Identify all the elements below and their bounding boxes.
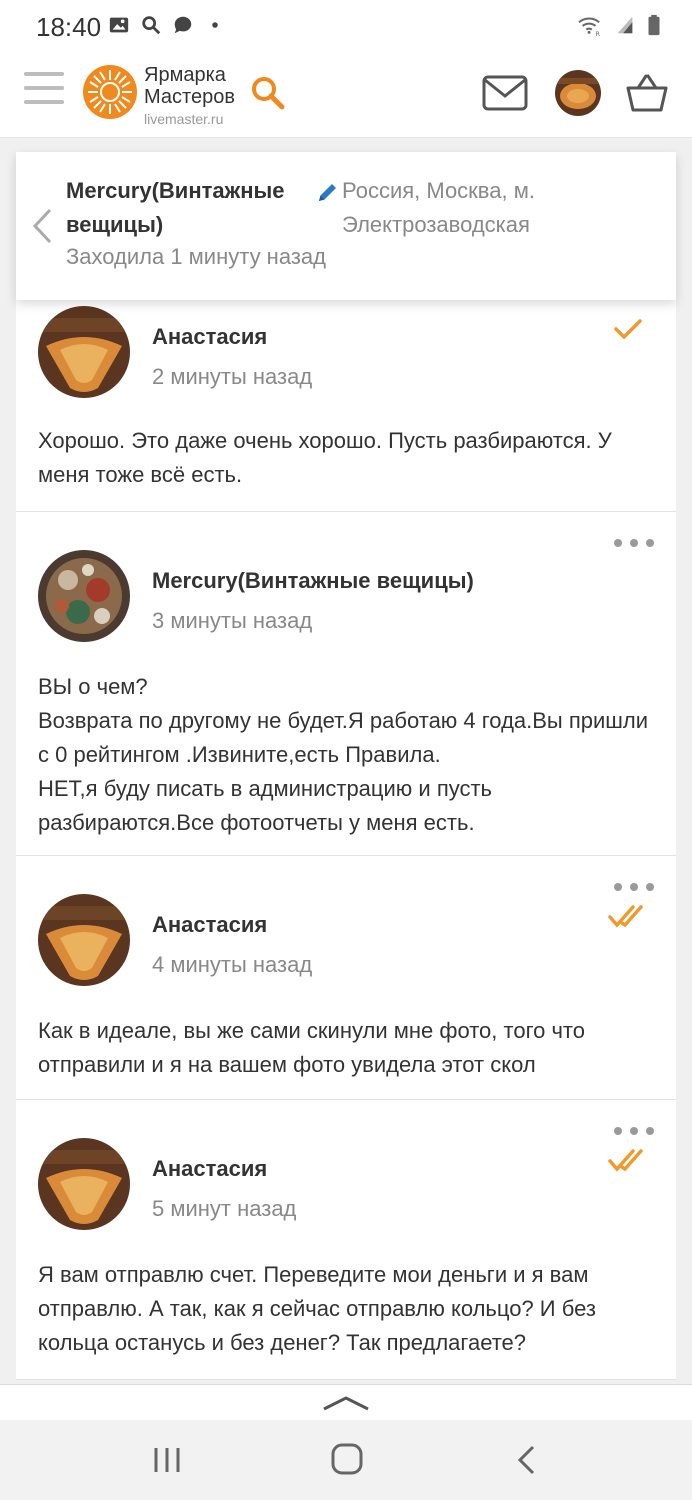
message-avatar[interactable] (38, 1138, 130, 1230)
double-check-icon (608, 1149, 643, 1172)
back-icon[interactable] (516, 1444, 536, 1476)
more-options-icon[interactable] (614, 536, 654, 550)
contact-last-seen: Заходила 1 минуту назад (66, 244, 326, 269)
message-time: 2 минуты назад (152, 364, 313, 389)
chat-bubble-icon (174, 16, 192, 34)
search-icon[interactable] (248, 74, 288, 114)
message-author: Mercury(Винтажные вещицы) (152, 568, 474, 593)
menu-icon[interactable] (24, 72, 64, 112)
message-item: Анастасия 4 минуты назад Как в идеале, в… (16, 856, 676, 1100)
message-text: ВЫ о чем? Возврата по другому не будет.Я… (38, 674, 649, 835)
image-icon (109, 17, 129, 33)
message-text: Хорошо. Это даже очень хорошо. Пусть раз… (38, 428, 612, 487)
recent-apps-icon[interactable] (152, 1446, 182, 1474)
wifi-icon: R (578, 17, 601, 36)
cart-icon[interactable] (624, 70, 670, 116)
status-bar: 18:40 R (0, 0, 692, 52)
message-author: Анастасия (152, 324, 268, 349)
logo-subtitle: livemaster.ru (144, 111, 224, 127)
more-options-icon[interactable] (614, 1124, 654, 1138)
logo-text[interactable]: Ярмарка Мастеров livemaster.ru (144, 64, 235, 130)
message-text: Я вам отправлю счет. Переведите мои день… (38, 1262, 596, 1355)
home-icon[interactable] (330, 1442, 364, 1476)
logo-icon[interactable] (82, 64, 138, 120)
system-nav-bar (0, 1420, 692, 1500)
logo-title-line2: Мастеров (144, 86, 235, 108)
contact-name[interactable]: Mercury(Винтажные вещицы) (66, 174, 306, 242)
status-time: 18:40 (36, 12, 102, 42)
mail-icon[interactable] (482, 74, 528, 112)
message-avatar[interactable] (38, 894, 130, 986)
dot-icon (212, 22, 218, 28)
collapse-bar[interactable] (0, 1384, 692, 1420)
app-header: Ярмарка Мастеров livemaster.ru (0, 52, 692, 138)
message-avatar[interactable] (38, 550, 130, 642)
message-author: Анастасия (152, 1156, 268, 1181)
message-author: Анастасия (152, 912, 268, 937)
back-chevron-icon[interactable] (30, 206, 54, 246)
message-item: Mercury(Винтажные вещицы) 3 минуты назад… (16, 512, 676, 856)
message-time: 5 минут назад (152, 1196, 297, 1221)
contact-location: Россия, Москва, м. Электрозаводская (342, 178, 535, 237)
message-text: Как в идеале, вы же сами скинули мне фот… (38, 1018, 585, 1077)
user-avatar[interactable] (555, 70, 601, 116)
pencil-icon (319, 184, 336, 201)
contact-header-card: Mercury(Винтажные вещицы) Заходила 1 мин… (16, 152, 676, 300)
signal-icon (617, 16, 633, 34)
message-avatar[interactable] (38, 306, 130, 398)
message-time: 4 минуты назад (152, 952, 313, 977)
chevron-up-icon[interactable] (322, 1395, 370, 1411)
message-item: Анастасия 5 минут назад Я вам отправлю с… (16, 1100, 676, 1380)
logo-title-line1: Ярмарка (144, 64, 226, 86)
message-list[interactable]: Анастасия 2 минуты назад Хорошо. Это даж… (16, 138, 676, 1384)
check-icon (614, 319, 642, 340)
search-icon (142, 16, 161, 35)
svg-text:R: R (596, 30, 601, 36)
battery-icon (648, 14, 660, 36)
more-options-icon[interactable] (614, 880, 654, 894)
message-time: 3 минуты назад (152, 608, 313, 633)
double-check-icon (608, 905, 643, 928)
